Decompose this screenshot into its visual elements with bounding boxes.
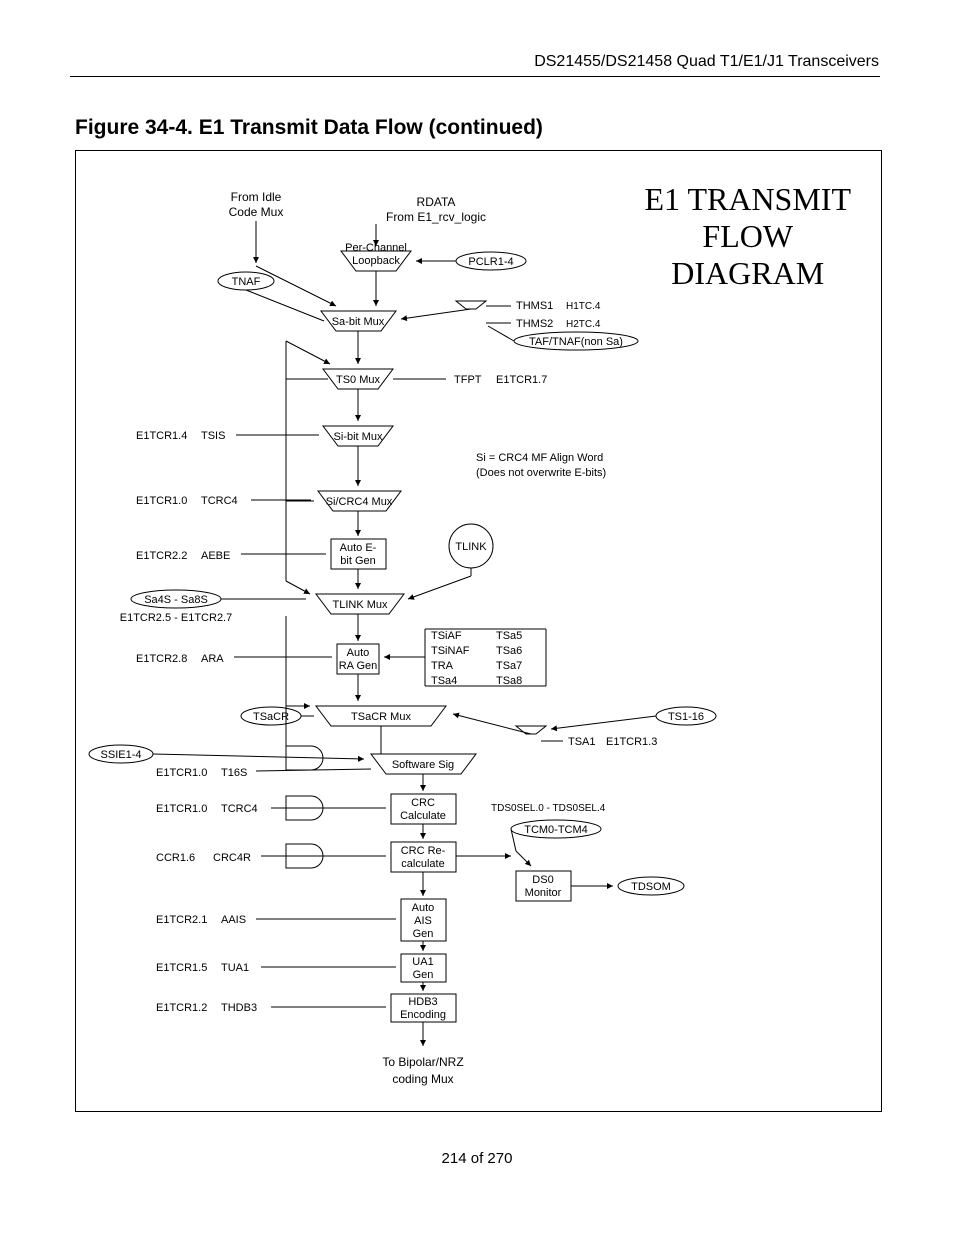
hdb3-l2: Encoding <box>400 1009 446 1021</box>
ts116: TS1-16 <box>668 711 704 723</box>
softsig-name: T16S <box>221 767 247 779</box>
taf-tnaf: TAF/TNAF(non Sa) <box>529 336 623 348</box>
sibit-mux: Si-bit Mux <box>334 431 383 443</box>
sibit-name: TSIS <box>201 430 225 442</box>
crc-label: E1TCR1.0 <box>156 803 207 815</box>
tsa7: TSa7 <box>496 660 522 672</box>
crcre-l2: calculate <box>401 858 444 870</box>
ssie: SSIE1-4 <box>101 749 142 761</box>
from-idle-l2: Code Mux <box>229 205 284 219</box>
sibit-label: E1TCR1.4 <box>136 430 187 442</box>
crcre-l1: CRC Re- <box>401 845 446 857</box>
tsa1: TSA1 <box>568 736 596 748</box>
tsacr-mux: TSaCR Mux <box>351 711 411 723</box>
autora-label: E1TCR2.8 <box>136 653 187 665</box>
autoe-name: AEBE <box>201 550 230 562</box>
autoais-label: E1TCR2.1 <box>156 914 207 926</box>
crc-name: TCRC4 <box>221 803 258 815</box>
ts0-mux: TS0 Mux <box>336 374 381 386</box>
autora-name: ARA <box>201 653 224 665</box>
si-note-l1: Si = CRC4 MF Align Word <box>476 452 603 464</box>
tsacr-label: TSaCR <box>253 711 289 723</box>
tsa5: TSa5 <box>496 630 522 642</box>
autoais-name: AAIS <box>221 914 246 926</box>
sabit-mux: Sa-bit Mux <box>332 316 385 328</box>
tfpt-reg: E1TCR1.7 <box>496 374 547 386</box>
page-number: 214 of 270 <box>0 1150 954 1167</box>
diagram-title: E1 TRANSMIT FLOW DIAGRAM <box>644 181 851 291</box>
per-channel-l1: Per-Channel <box>345 242 407 254</box>
bottom-l2: coding Mux <box>392 1072 453 1086</box>
crcre-label: CCR1.6 <box>156 852 195 864</box>
tsa1-reg: E1TCR1.3 <box>606 736 657 748</box>
tcm: TCM0-TCM4 <box>524 824 588 836</box>
hdb3-name: THDB3 <box>221 1002 257 1014</box>
ua1-l1: UA1 <box>412 956 433 968</box>
tsa4: TSa4 <box>431 675 457 687</box>
sicrc4-mux: Si/CRC4 Mux <box>326 496 393 508</box>
tds-label: TDS0SEL.0 - TDS0SEL.4 <box>491 803 606 814</box>
sicrc4-label: E1TCR1.0 <box>136 495 187 507</box>
autoais-l2: AIS <box>414 915 432 927</box>
diagram-title-l2: FLOW <box>702 218 793 254</box>
hdb3-label: E1TCR1.2 <box>156 1002 207 1014</box>
tnaf-label: TNAF <box>232 276 261 288</box>
crc-l1: CRC <box>411 797 435 809</box>
tlink-mux: TLINK Mux <box>332 599 388 611</box>
thms2: THMS2 <box>516 318 553 330</box>
ua1-l2: Gen <box>413 969 434 981</box>
diagram-title-l1: E1 TRANSMIT <box>644 181 851 217</box>
tsa6: TSa6 <box>496 645 522 657</box>
crc-l2: Calculate <box>400 810 446 822</box>
thms2-reg: H2TC.4 <box>566 319 601 330</box>
autoe-label: E1TCR2.2 <box>136 550 187 562</box>
autoe-l1: Auto E- <box>340 542 377 554</box>
ua1-label: E1TCR1.5 <box>156 962 207 974</box>
autoais-l3: Gen <box>413 928 434 940</box>
rdata-label: RDATA <box>417 195 456 209</box>
tlinkmux-reg: E1TCR2.5 - E1TCR2.7 <box>120 612 232 624</box>
autora-l2: RA Gen <box>339 660 378 672</box>
header-text: DS21455/DS21458 Quad T1/E1/J1 Transceive… <box>534 53 879 71</box>
diagram-svg: From Idle Code Mux RDATA From E1_rcv_log… <box>76 151 881 1111</box>
diagram-title-l3: DIAGRAM <box>671 255 824 291</box>
sa4s-sa8s: Sa4S - Sa8S <box>144 594 208 606</box>
from-idle-l1: From Idle <box>231 190 282 204</box>
softsig-box: Software Sig <box>392 759 454 771</box>
bottom-l1: To Bipolar/NRZ <box>382 1055 463 1069</box>
tlink-circle: TLINK <box>455 541 487 553</box>
softsig-label: E1TCR1.0 <box>156 767 207 779</box>
hdb3-l1: HDB3 <box>408 996 437 1008</box>
pclr-label: PCLR1-4 <box>468 256 513 268</box>
diagram-box: E1 TRANSMIT FLOW DIAGRAM From Idle Code … <box>75 150 882 1112</box>
autoe-l2: bit Gen <box>340 555 375 567</box>
from-e1-label: From E1_rcv_logic <box>386 210 486 224</box>
figure-title: Figure 34-4. E1 Transmit Data Flow (cont… <box>75 116 543 140</box>
ds0-l1: DS0 <box>532 874 553 886</box>
sicrc4-name: TCRC4 <box>201 495 238 507</box>
autora-l1: Auto <box>347 647 370 659</box>
tdsom: TDSOM <box>631 881 671 893</box>
thms1-reg: H1TC.4 <box>566 301 601 312</box>
ua1-name: TUA1 <box>221 962 249 974</box>
tra: TRA <box>431 660 454 672</box>
thms1: THMS1 <box>516 300 553 312</box>
autoais-l1: Auto <box>412 902 435 914</box>
si-note-l2: (Does not overwrite E-bits) <box>476 467 606 479</box>
header-rule <box>70 76 880 77</box>
ds0-l2: Monitor <box>525 887 562 899</box>
page: DS21455/DS21458 Quad T1/E1/J1 Transceive… <box>0 0 954 1235</box>
tfpt: TFPT <box>454 374 482 386</box>
crcre-name: CRC4R <box>213 852 251 864</box>
tsiaf: TSiAF <box>431 630 462 642</box>
tsa8: TSa8 <box>496 675 522 687</box>
per-channel-l2: Loopback <box>352 255 400 267</box>
tsinaf: TSiNAF <box>431 645 470 657</box>
